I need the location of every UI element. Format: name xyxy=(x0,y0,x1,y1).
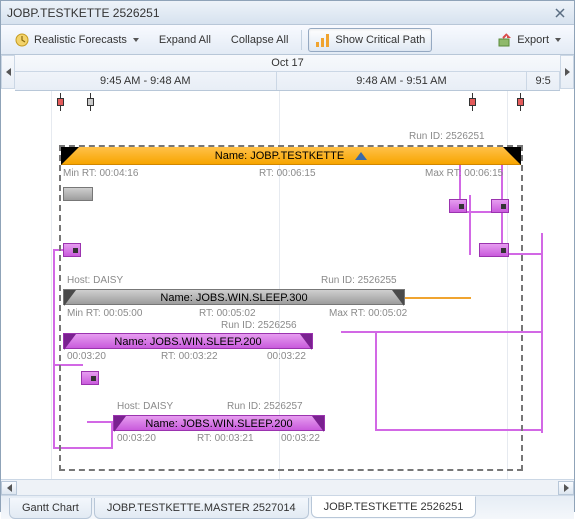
scrollbar-horizontal[interactable] xyxy=(1,479,574,495)
gantt-node[interactable] xyxy=(491,199,509,213)
timeline-slot: 9:48 AM - 9:51 AM xyxy=(277,72,528,90)
gantt-node[interactable] xyxy=(81,371,99,385)
job-name: Name: JOBS.WIN.SLEEP.300 xyxy=(160,292,307,304)
tab-master[interactable]: JOBP.TESTKETTE.MASTER 2527014 xyxy=(94,498,309,519)
tab-gantt-chart[interactable]: Gantt Chart xyxy=(9,498,92,519)
scroll-left-button[interactable] xyxy=(1,481,17,495)
collapse-icon[interactable] xyxy=(355,152,367,160)
expand-all-button[interactable]: Expand All xyxy=(152,30,218,50)
dropdown-icon xyxy=(133,38,139,42)
scroll-track[interactable] xyxy=(17,481,558,495)
rt-label: RT: 00:03:22 xyxy=(161,351,218,362)
toolbar: Realistic Forecasts Expand All Collapse … xyxy=(1,25,574,55)
chevron-right-icon xyxy=(565,68,570,76)
forecast-icon xyxy=(14,32,30,48)
gantt-node[interactable] xyxy=(449,199,467,213)
tabs: Gantt Chart JOBP.TESTKETTE.MASTER 252701… xyxy=(1,495,574,519)
time-label: 00:03:22 xyxy=(267,351,306,362)
timeline-next-button[interactable] xyxy=(560,55,574,89)
dropdown-icon xyxy=(555,38,561,42)
window-title: JOBP.TESTKETTE 2526251 xyxy=(7,6,552,20)
tab-testkette[interactable]: JOBP.TESTKETTE 2526251 xyxy=(311,496,477,518)
marker-icon xyxy=(469,93,476,111)
marker-row xyxy=(1,91,574,113)
timeline-date: Oct 17 xyxy=(15,55,560,72)
rt-label: RT: 00:06:15 xyxy=(259,168,316,179)
rt-label: RT: 00:05:02 xyxy=(199,308,256,319)
timeline: Oct 17 9:45 AM - 9:48 AM 9:48 AM - 9:51 … xyxy=(1,55,574,91)
gantt-bar[interactable] xyxy=(63,187,93,201)
critical-path-button[interactable]: Show Critical Path xyxy=(308,28,432,52)
critical-path-icon xyxy=(315,32,331,48)
job-header[interactable]: Name: JOBP.TESTKETTE xyxy=(61,147,521,165)
time-label: 00:03:20 xyxy=(117,433,156,444)
chevron-left-icon xyxy=(6,68,11,76)
min-rt-label: Min RT: 00:05:00 xyxy=(67,308,142,319)
timeline-slot: 9:45 AM - 9:48 AM xyxy=(15,72,277,90)
host-label: Host: DAISY xyxy=(67,275,123,286)
run-id-label: Run ID: 2526257 xyxy=(227,401,303,412)
time-label: 00:03:20 xyxy=(67,351,106,362)
job-bar[interactable]: Name: JOBS.WIN.SLEEP.200 xyxy=(63,333,313,349)
host-label: Host: DAISY xyxy=(117,401,173,412)
collapse-all-button[interactable]: Collapse All xyxy=(224,30,295,50)
marker-icon xyxy=(57,93,64,111)
max-rt-label: Max RT: 00:06:15 xyxy=(425,168,503,179)
forecasts-button[interactable]: Realistic Forecasts xyxy=(7,28,146,52)
gantt-chart[interactable]: Run ID: 2526251 Name: JOBP.TESTKETTE Min… xyxy=(1,91,574,479)
gantt-link xyxy=(53,249,55,449)
timeline-slot: 9:5 xyxy=(527,72,560,90)
job-name: Name: JOBP.TESTKETTE xyxy=(215,150,344,162)
rt-label: RT: 00:03:21 xyxy=(197,433,254,444)
scroll-right-button[interactable] xyxy=(558,481,574,495)
window: JOBP.TESTKETTE 2526251 Realistic Forecas… xyxy=(0,0,575,512)
min-rt-label: Min RT: 00:04:16 xyxy=(63,168,138,179)
export-button[interactable]: Export xyxy=(490,28,568,52)
time-label: 00:03:22 xyxy=(281,433,320,444)
close-icon[interactable] xyxy=(552,5,568,21)
separator xyxy=(301,30,302,50)
max-rt-label: Max RT: 00:05:02 xyxy=(329,308,407,319)
expand-all-label: Expand All xyxy=(159,34,211,46)
gantt-node[interactable] xyxy=(479,243,509,257)
chevron-left-icon xyxy=(7,484,12,492)
run-id-label: Run ID: 2526256 xyxy=(221,320,297,331)
tab-label: JOBP.TESTKETTE 2526251 xyxy=(324,501,464,513)
tab-label: JOBP.TESTKETTE.MASTER 2527014 xyxy=(107,502,296,514)
gantt-link xyxy=(541,233,543,433)
gantt-node[interactable] xyxy=(63,243,81,257)
job-name: Name: JOBS.WIN.SLEEP.200 xyxy=(114,336,261,348)
export-icon xyxy=(497,32,513,48)
job-name: Name: JOBS.WIN.SLEEP.200 xyxy=(145,418,292,430)
titlebar: JOBP.TESTKETTE 2526251 xyxy=(1,1,574,25)
chevron-right-icon xyxy=(564,484,569,492)
export-label: Export xyxy=(517,34,549,46)
critical-path-label: Show Critical Path xyxy=(335,34,425,46)
timeline-prev-button[interactable] xyxy=(1,55,15,89)
tab-label: Gantt Chart xyxy=(22,502,79,514)
forecasts-label: Realistic Forecasts xyxy=(34,34,127,46)
collapse-all-label: Collapse All xyxy=(231,34,288,46)
marker-icon xyxy=(87,93,94,111)
timeline-slots: 9:45 AM - 9:48 AM 9:48 AM - 9:51 AM 9:5 xyxy=(15,72,560,90)
run-id-label: Run ID: 2526251 xyxy=(409,131,485,142)
job-bar[interactable]: Name: JOBS.WIN.SLEEP.200 xyxy=(113,415,325,431)
run-id-label: Run ID: 2526255 xyxy=(321,275,397,286)
job-bar[interactable]: Name: JOBS.WIN.SLEEP.300 xyxy=(63,289,405,305)
marker-icon xyxy=(517,93,524,111)
